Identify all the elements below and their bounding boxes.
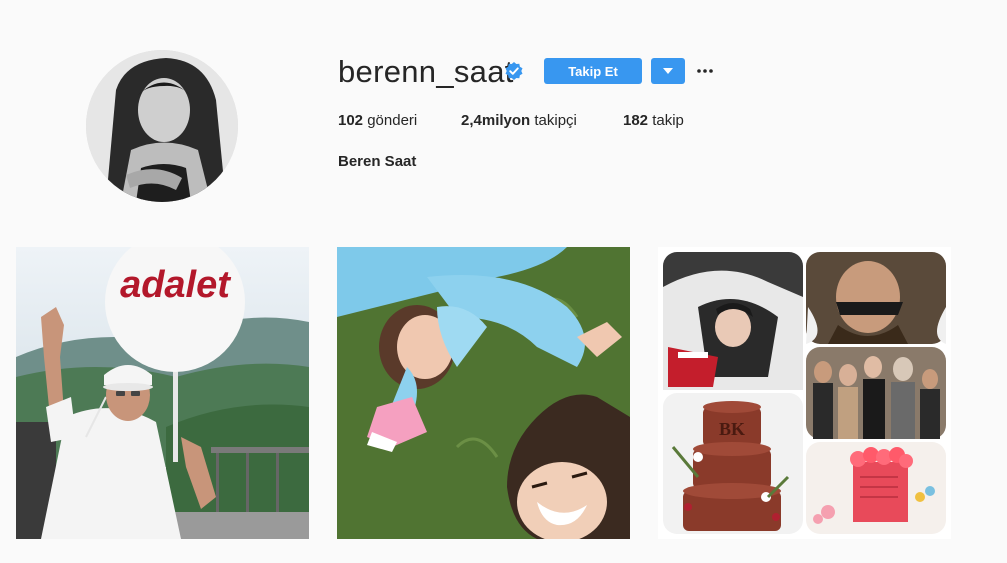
posts-count: 102 gönderi	[338, 112, 417, 130]
suggestions-dropdown-button[interactable]	[651, 58, 685, 84]
follow-button[interactable]: Takip Et	[544, 58, 642, 84]
sign-text: adalet	[120, 264, 231, 306]
followers-count-value: 2,4milyon	[461, 112, 531, 129]
posts-count-value: 102	[338, 112, 364, 129]
post-thumbnail-3[interactable]: BK	[658, 247, 951, 539]
followers-count[interactable]: 2,4milyon takipçi	[461, 112, 577, 130]
more-options-button[interactable]	[696, 62, 714, 80]
post-image-child-grass	[337, 247, 630, 539]
following-count-label: takip	[652, 112, 684, 129]
followers-count-label: takipçi	[534, 112, 577, 129]
chevron-down-icon	[663, 68, 673, 74]
post-image-collage: BK	[658, 247, 951, 539]
cake-text: BK	[719, 419, 745, 439]
following-count[interactable]: 182 takip	[623, 112, 684, 130]
avatar-photo	[86, 50, 238, 202]
posts-count-label: gönderi	[367, 112, 418, 129]
profile-username: berenn_saat	[338, 54, 514, 89]
verified-badge-icon	[505, 62, 523, 80]
post-image-rally: adalet	[16, 247, 309, 539]
profile-full-name: Beren Saat	[338, 153, 417, 170]
more-options-icon	[697, 69, 713, 73]
post-thumbnail-2[interactable]	[337, 247, 630, 539]
profile-avatar[interactable]	[86, 50, 238, 202]
following-count-value: 182	[623, 112, 649, 129]
post-thumbnail-1[interactable]: adalet	[16, 247, 309, 539]
